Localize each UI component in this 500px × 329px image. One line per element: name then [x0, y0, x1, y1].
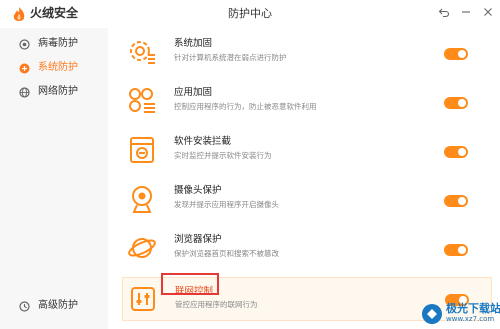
sidebar-item-network-protection[interactable]: 网络防护: [0, 82, 108, 102]
feature-row-system-harden: 系统加固 针对计算机系统潜在弱点进行防护: [122, 36, 492, 80]
app-harden-icon: [129, 88, 155, 113]
sidebar-item-label: 高级防护: [38, 300, 78, 311]
install-block-toggle[interactable]: [444, 146, 468, 158]
camera-icon: [132, 186, 152, 213]
sidebar-item-virus-protection[interactable]: 病毒防护: [0, 34, 108, 54]
sidebar-item-label: 病毒防护: [38, 38, 78, 49]
system-shield-icon: [19, 63, 30, 74]
undo-icon[interactable]: [437, 6, 451, 20]
feature-title: 应用加固: [174, 87, 213, 98]
highlight-box: [161, 273, 219, 295]
sidebar-item-label: 网络防护: [38, 86, 78, 97]
network-control-icon: [131, 287, 155, 311]
sidebar: 病毒防护 系统防护 网络防护 高级防护: [0, 28, 109, 329]
feature-description: 发现并提示应用程序开启摄像头: [174, 200, 279, 209]
feature-description: 保护浏览器首页和搜索不被篡改: [174, 249, 279, 258]
watermark-logo-icon: [422, 304, 442, 324]
feature-title: 浏览器保护: [174, 234, 222, 245]
advanced-shield-icon: [19, 301, 30, 312]
install-block-icon: [130, 137, 154, 163]
browser-icon: [128, 238, 156, 258]
sidebar-item-label: 系统防护: [38, 62, 78, 73]
feature-title: 摄像头保护: [174, 185, 222, 196]
system-harden-toggle[interactable]: [444, 48, 468, 60]
feature-title: 软件安装拦截: [174, 136, 232, 147]
feature-row-install-block: 软件安装拦截 实时监控并提示软件安装行为: [122, 134, 492, 178]
watermark: 极光下载站 www.xz7.com: [418, 301, 500, 327]
feature-description: 控制应用程序的行为，防止被恶意软件利用: [174, 102, 317, 111]
sidebar-item-system-protection[interactable]: 系统防护: [0, 58, 108, 78]
feature-title: 系统加固: [174, 38, 213, 49]
sidebar-item-advanced-protection[interactable]: 高级防护: [0, 296, 108, 316]
feature-description: 针对计算机系统潜在弱点进行防护: [174, 53, 287, 62]
browser-toggle[interactable]: [444, 244, 468, 256]
watermark-text: 极光下载站: [446, 302, 500, 315]
feature-description: 实时监控并提示软件安装行为: [174, 151, 272, 160]
network-shield-icon: [19, 87, 30, 98]
virus-shield-icon: [19, 39, 30, 50]
camera-toggle[interactable]: [444, 195, 468, 207]
watermark-url: www.xz7.com: [446, 315, 495, 323]
feature-description: 管控应用程序的联网行为: [175, 300, 258, 309]
window-title: 防护中心: [228, 7, 272, 20]
title-bar: 火绒安全 防护中心: [0, 0, 500, 28]
system-harden-icon: [130, 41, 155, 64]
feature-row-browser: 浏览器保护 保护浏览器首页和搜索不被篡改: [122, 232, 492, 276]
feature-row-camera: 摄像头保护 发现并提示应用程序开启摄像头: [122, 183, 492, 227]
app-harden-toggle[interactable]: [444, 97, 468, 109]
feature-row-app-harden: 应用加固 控制应用程序的行为，防止被恶意软件利用: [122, 85, 492, 129]
minimize-icon[interactable]: [459, 6, 473, 20]
close-icon[interactable]: [481, 6, 495, 20]
